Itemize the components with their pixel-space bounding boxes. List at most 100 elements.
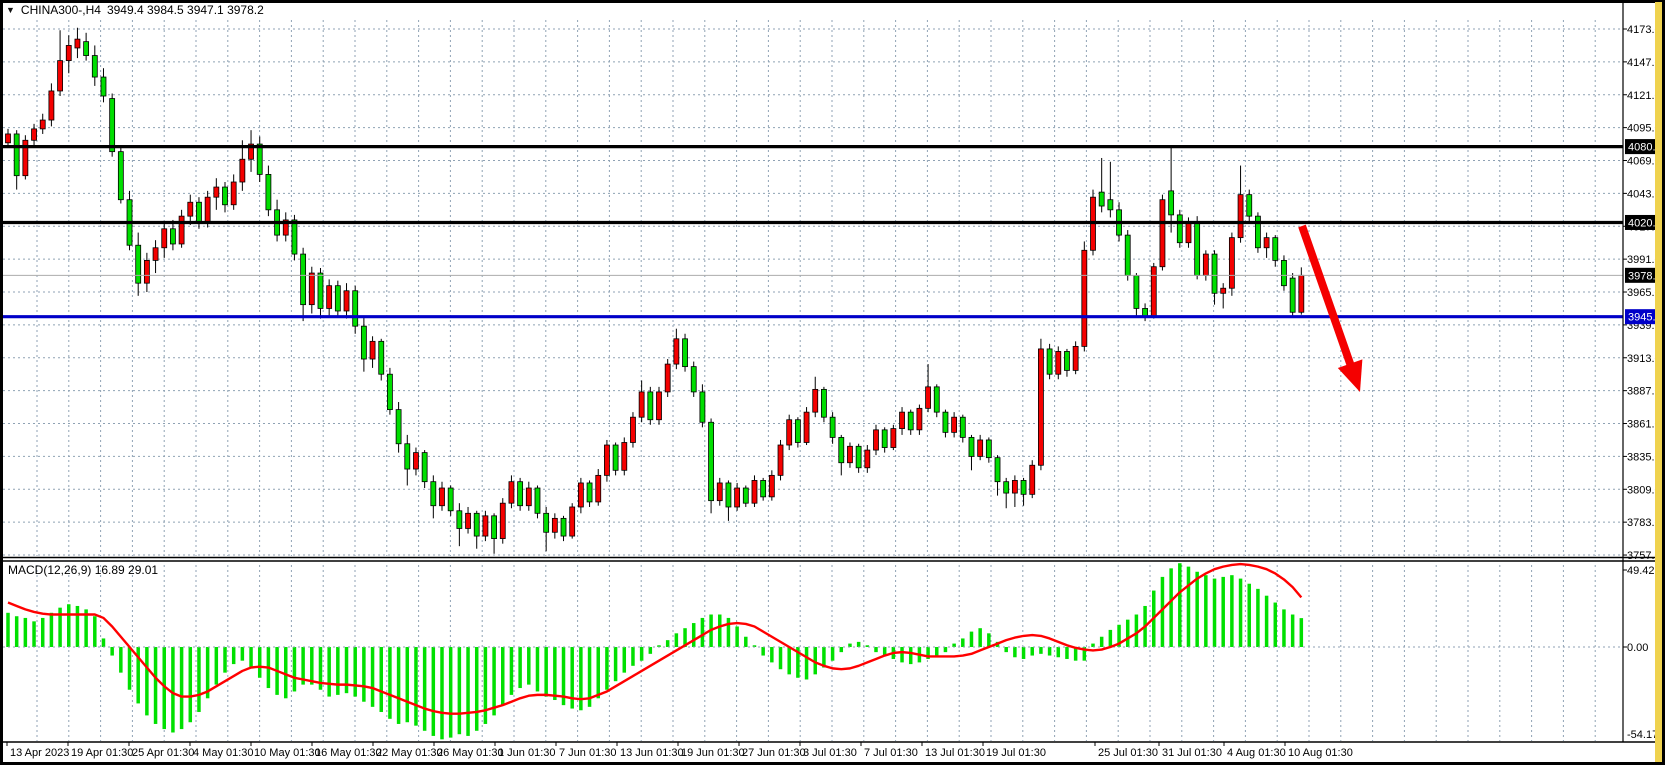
macd-histogram-bar — [1178, 563, 1182, 647]
candle-bear — [726, 483, 731, 507]
candle-bear — [84, 42, 89, 56]
macd-histogram-bar — [32, 621, 36, 647]
macd-histogram-bar — [1048, 647, 1052, 656]
macd-histogram-bar — [353, 647, 357, 697]
candle-bear — [136, 245, 141, 283]
candle-bull — [1221, 288, 1226, 293]
time-axis-label: 7 Jun 01:30 — [559, 747, 617, 759]
candle-bull — [66, 45, 71, 60]
macd-histogram-bar — [76, 606, 80, 647]
time-axis-label: 7 Jul 01:30 — [864, 747, 918, 759]
candle-bear — [361, 326, 366, 359]
candle-bear — [535, 488, 540, 513]
candle-bull — [570, 507, 575, 536]
time-axis-label: 10 May 01:30 — [254, 747, 321, 759]
candle-bull — [900, 412, 905, 428]
candle-bear — [405, 444, 410, 469]
window-border-left — [0, 0, 3, 765]
candle-bull — [735, 488, 740, 507]
macd-histogram-bar — [623, 647, 627, 673]
candle-bull — [240, 159, 245, 182]
candle-bull — [596, 475, 601, 502]
time-axis-label: 10 Aug 01:30 — [1288, 747, 1353, 759]
candle-bear — [1281, 260, 1286, 285]
candle-bear — [683, 339, 688, 367]
macd-histogram-bar — [614, 647, 618, 681]
candle-bear — [1290, 278, 1295, 312]
candle-bear — [743, 488, 748, 503]
macd-histogram-bar — [397, 647, 401, 724]
candle-bull — [231, 182, 236, 205]
symbol-dropdown-icon[interactable]: ▼ — [6, 4, 15, 16]
macd-histogram-bar — [1057, 647, 1061, 657]
time-axis-label: 13 Jun 01:30 — [620, 747, 684, 759]
candle-bear — [223, 187, 228, 205]
macd-histogram-bar — [536, 647, 540, 691]
macd-histogram-bar — [631, 647, 635, 666]
macd-histogram-bar — [440, 647, 444, 739]
macd-histogram-bar — [1195, 572, 1199, 647]
macd-histogram-bar — [961, 638, 965, 647]
candle-bull — [214, 187, 219, 197]
candle-bear — [821, 389, 826, 417]
candle-bear — [1195, 222, 1200, 275]
time-axis-label: 27 Jun 01:30 — [742, 747, 806, 759]
candle-bear — [613, 445, 618, 470]
macd-histogram-bar — [362, 647, 366, 702]
candle-bear — [709, 422, 714, 500]
candle-bear — [396, 410, 401, 444]
candle-bear — [648, 392, 653, 420]
macd-histogram-bar — [432, 647, 436, 736]
candle-bear — [1108, 200, 1113, 210]
candle-bull — [778, 445, 783, 475]
active-chart-highlight-strip — [1655, 2, 1662, 762]
macd-histogram-bar — [518, 647, 522, 688]
macd-histogram-bar — [553, 647, 557, 700]
symbol-timeframe-label: CHINA300-,H4 — [21, 3, 101, 17]
macd-histogram-bar — [1135, 615, 1139, 647]
candle-bear — [544, 513, 549, 532]
macd-histogram-bar — [718, 615, 722, 647]
time-axis-label: 4 May 01:30 — [193, 747, 254, 759]
candle-bull — [1073, 346, 1078, 370]
candle-bull — [162, 229, 167, 248]
candle-bear — [1021, 480, 1026, 494]
macd-histogram-bar — [1274, 603, 1278, 647]
macd-histogram-bar — [848, 644, 852, 647]
candle-bull — [6, 134, 11, 143]
candle-bull — [1082, 250, 1087, 346]
macd-histogram-bar — [831, 647, 835, 661]
candlestick-chart-canvas[interactable]: 4173.04147.04121.04095.04069.04043.04017… — [0, 0, 1665, 765]
macd-histogram-bar — [189, 647, 193, 722]
candle-bear — [561, 518, 566, 536]
candle-bear — [301, 254, 306, 305]
macd-histogram-bar — [1039, 647, 1043, 654]
macd-histogram-bar — [579, 647, 583, 710]
candle-bull — [552, 518, 557, 532]
candle-bull — [1038, 349, 1043, 465]
candle-bear — [92, 56, 97, 77]
candle-bear — [387, 374, 392, 409]
macd-histogram-bar — [544, 647, 548, 697]
candle-bull — [1229, 238, 1234, 289]
macd-histogram-bar — [388, 647, 392, 719]
candle-bear — [1143, 308, 1148, 316]
macd-histogram-bar — [293, 647, 297, 691]
macd-histogram-bar — [50, 613, 54, 647]
macd-histogram-bar — [345, 647, 349, 693]
macd-histogram-bar — [15, 616, 19, 647]
candle-bear — [518, 482, 523, 506]
candle-bull — [1151, 267, 1156, 316]
candle-bear — [1177, 215, 1182, 243]
macd-histogram-bar — [327, 647, 331, 697]
candle-bull — [1264, 238, 1269, 248]
macd-histogram-bar — [180, 647, 184, 729]
macd-histogram-bar — [492, 647, 496, 715]
candle-bear — [118, 152, 123, 200]
candle-bull — [1186, 222, 1191, 242]
macd-histogram-bar — [840, 647, 844, 652]
candle-bear — [587, 483, 592, 502]
macd-histogram-bar — [761, 647, 765, 656]
macd-histogram-bar — [510, 647, 514, 695]
candle-bull — [327, 286, 332, 309]
